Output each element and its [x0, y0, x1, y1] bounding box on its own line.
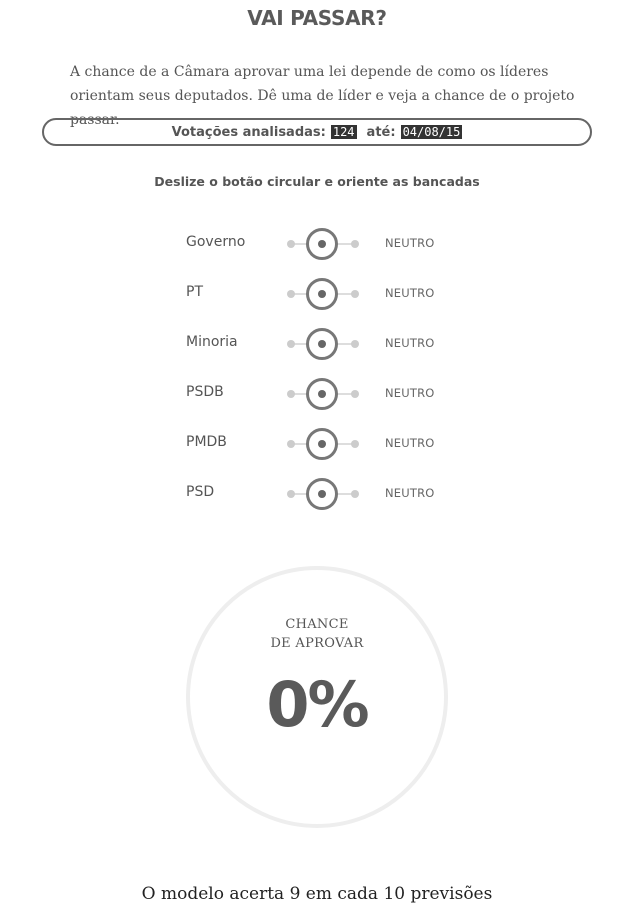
slider-label: PMDB — [186, 434, 227, 450]
knob-center-dot — [318, 240, 326, 248]
slider-row-pmdb: PMDB NEUTRO — [186, 428, 486, 460]
chance-label: CHANCE DE APROVAR — [190, 615, 444, 653]
knob-center-dot — [318, 290, 326, 298]
track-left-dot — [287, 490, 295, 498]
votes-count: 124 — [330, 125, 357, 139]
knob-center-dot — [318, 340, 326, 348]
track-left-dot — [287, 390, 295, 398]
slider-knob[interactable] — [306, 278, 338, 310]
slider-state: NEUTRO — [385, 486, 435, 500]
page-title: VAI PASSAR? — [247, 6, 387, 30]
slider-track[interactable] — [285, 428, 361, 460]
slider-label: PT — [186, 284, 203, 300]
slider-track[interactable] — [285, 328, 361, 360]
track-left-dot — [287, 240, 295, 248]
votes-date: 04/08/15 — [400, 125, 463, 139]
slider-row-psd: PSD NEUTRO — [186, 478, 486, 510]
chance-gauge: CHANCE DE APROVAR 0% — [186, 566, 448, 828]
knob-center-dot — [318, 440, 326, 448]
slider-track[interactable] — [285, 228, 361, 260]
chance-percent: 0% — [266, 668, 369, 741]
slider-track[interactable] — [285, 278, 361, 310]
knob-center-dot — [318, 490, 326, 498]
slider-knob[interactable] — [306, 428, 338, 460]
model-accuracy-note: O modelo acerta 9 em cada 10 previsões — [141, 884, 493, 904]
slider-label: Minoria — [186, 334, 238, 350]
track-right-dot — [351, 490, 359, 498]
track-left-dot — [287, 340, 295, 348]
slider-row-governo: Governo NEUTRO — [186, 228, 486, 260]
slider-state: NEUTRO — [385, 386, 435, 400]
track-right-dot — [351, 440, 359, 448]
votes-until-label: até: — [366, 124, 396, 140]
slider-state: NEUTRO — [385, 286, 435, 300]
knob-center-dot — [318, 390, 326, 398]
track-left-dot — [287, 440, 295, 448]
slider-label: Governo — [186, 234, 246, 250]
slider-state: NEUTRO — [385, 436, 435, 450]
slider-row-minoria: Minoria NEUTRO — [186, 328, 486, 360]
slider-track[interactable] — [285, 478, 361, 510]
slider-row-pt: PT NEUTRO — [186, 278, 486, 310]
slider-knob[interactable] — [306, 328, 338, 360]
track-right-dot — [351, 290, 359, 298]
track-right-dot — [351, 340, 359, 348]
votes-label: Votações analisadas: — [171, 124, 326, 140]
slider-state: NEUTRO — [385, 336, 435, 350]
slider-instruction: Deslize o botão circular e oriente as ba… — [154, 174, 480, 189]
track-left-dot — [287, 290, 295, 298]
slider-label: PSD — [186, 484, 215, 500]
slider-knob[interactable] — [306, 478, 338, 510]
chance-label-line1: CHANCE — [285, 617, 349, 632]
slider-state: NEUTRO — [385, 236, 435, 250]
votes-summary: Votações analisadas: 124 até: 04/08/15 — [42, 118, 592, 146]
chance-label-line2: DE APROVAR — [270, 636, 364, 651]
slider-knob[interactable] — [306, 378, 338, 410]
slider-knob[interactable] — [306, 228, 338, 260]
slider-label: PSDB — [186, 384, 224, 400]
slider-row-psdb: PSDB NEUTRO — [186, 378, 486, 410]
track-right-dot — [351, 390, 359, 398]
track-right-dot — [351, 240, 359, 248]
slider-track[interactable] — [285, 378, 361, 410]
